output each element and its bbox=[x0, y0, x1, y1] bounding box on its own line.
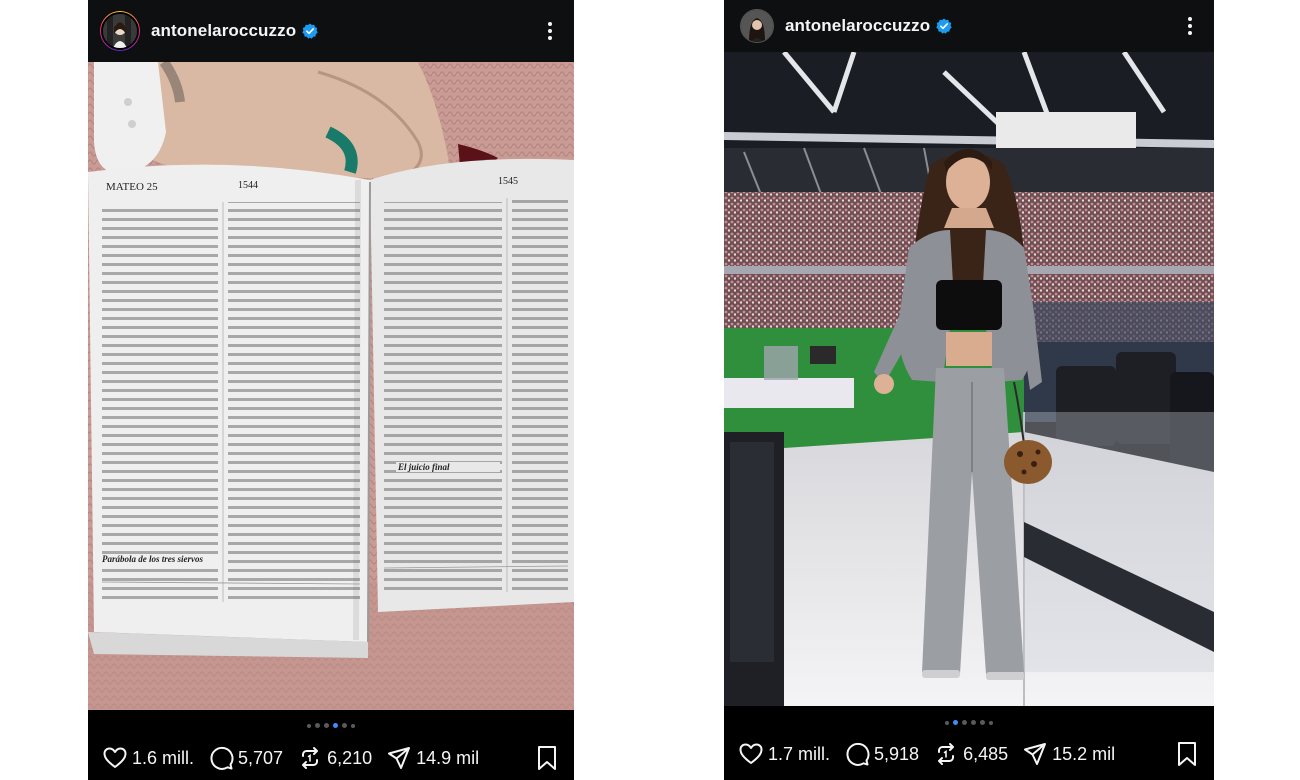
carousel-dot bbox=[324, 723, 329, 728]
action-bar: 1.6 mill. 5,707 6,210 14.9 mil bbox=[88, 740, 574, 776]
repost-count: 6,210 bbox=[327, 747, 373, 768]
carousel-dot-active bbox=[953, 720, 958, 725]
more-vertical-icon[interactable] bbox=[540, 18, 560, 44]
carousel-dot bbox=[342, 723, 347, 728]
like-button[interactable]: 1.6 mill. bbox=[102, 745, 194, 771]
like-button[interactable]: 1.7 mill. bbox=[738, 741, 830, 767]
comment-count: 5,918 bbox=[874, 743, 920, 764]
avatar[interactable] bbox=[740, 9, 774, 43]
share-button[interactable]: 15.2 mil bbox=[1022, 741, 1115, 767]
carousel-dot bbox=[307, 723, 311, 728]
carousel-dot bbox=[962, 720, 967, 725]
carousel-dot-active bbox=[333, 723, 338, 728]
like-count: 1.6 mill. bbox=[132, 747, 195, 768]
comment-icon bbox=[846, 742, 870, 766]
avatar[interactable] bbox=[100, 11, 140, 51]
send-icon bbox=[1024, 743, 1047, 765]
repost-button[interactable]: 6,210 bbox=[297, 745, 372, 771]
send-icon bbox=[388, 747, 411, 769]
page-header-left: MATEO 25 bbox=[106, 181, 158, 193]
post-photo-bible[interactable]: MATEO 25 1544 1545 Parábola de los tres … bbox=[88, 62, 574, 710]
comment-button[interactable]: 5,918 bbox=[844, 741, 919, 767]
carousel-dot bbox=[945, 720, 949, 725]
comment-icon bbox=[210, 746, 234, 770]
bookmark-icon[interactable] bbox=[536, 745, 558, 771]
carousel-dot bbox=[315, 723, 320, 728]
carousel-dot bbox=[351, 723, 355, 728]
carousel-dot bbox=[980, 720, 985, 725]
action-bar: 1.7 mill. 5,918 6,485 15.2 mil bbox=[724, 736, 1214, 772]
verified-badge-icon bbox=[936, 18, 952, 34]
post-card-2: antonelaroccuzzo 1.7 mill. 5,918 6,485 1… bbox=[724, 0, 1214, 780]
post-header: antonelaroccuzzo bbox=[88, 0, 574, 62]
bookmark-icon[interactable] bbox=[1176, 741, 1198, 767]
comment-count: 5,707 bbox=[238, 747, 284, 768]
heart-icon bbox=[739, 743, 763, 764]
post-header: antonelaroccuzzo bbox=[724, 0, 1214, 52]
repost-button[interactable]: 6,485 bbox=[933, 741, 1008, 767]
more-vertical-icon[interactable] bbox=[1180, 13, 1200, 39]
carousel-dot bbox=[971, 720, 976, 725]
post-photo-stadium[interactable] bbox=[724, 52, 1214, 706]
username[interactable]: antonelaroccuzzo bbox=[785, 16, 930, 36]
share-button[interactable]: 14.9 mil bbox=[386, 745, 479, 771]
repost-count: 6,485 bbox=[963, 743, 1009, 764]
page-number-left: 1544 bbox=[238, 180, 258, 191]
share-count: 14.9 mil bbox=[416, 747, 480, 768]
carousel-indicator bbox=[724, 720, 1214, 725]
section-heading-left: Parábola de los tres siervos bbox=[102, 554, 203, 564]
repost-icon bbox=[302, 747, 319, 769]
repost-icon bbox=[938, 743, 955, 765]
carousel-dot bbox=[989, 720, 993, 725]
comment-button[interactable]: 5,707 bbox=[208, 745, 283, 771]
carousel-indicator bbox=[88, 723, 574, 728]
share-count: 15.2 mil bbox=[1052, 743, 1116, 764]
username[interactable]: antonelaroccuzzo bbox=[151, 21, 296, 41]
heart-icon bbox=[103, 747, 127, 768]
post-card-1: antonelaroccuzzo MATEO 25 1544 1545 Pará… bbox=[88, 0, 574, 780]
verified-badge-icon bbox=[302, 23, 318, 39]
page-number-right: 1545 bbox=[498, 176, 518, 187]
section-heading-right: El juicio final bbox=[397, 462, 450, 472]
like-count: 1.7 mill. bbox=[768, 743, 831, 764]
